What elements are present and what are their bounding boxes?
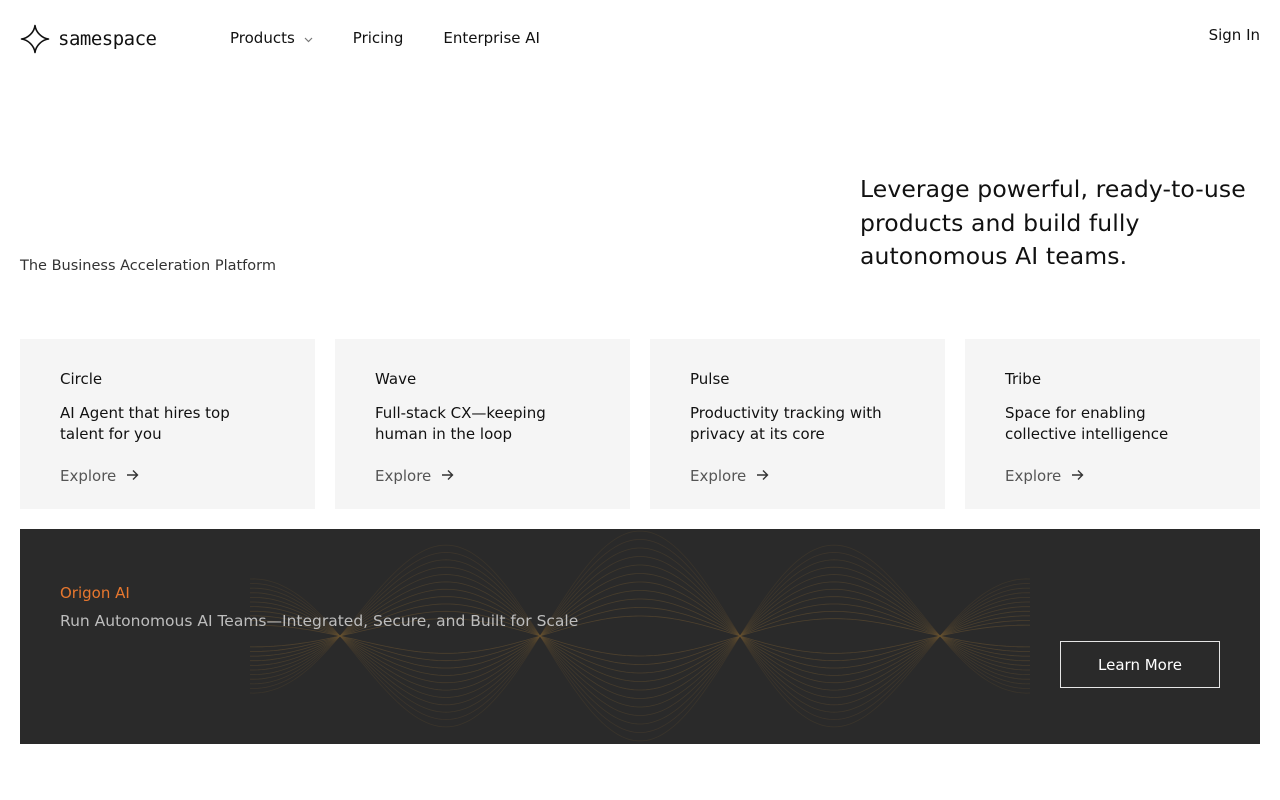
card-description: Full-stack CX—keeping human in the loop [375, 404, 546, 443]
chevron-down-icon [304, 28, 313, 48]
banner-eyebrow: Origon AI [60, 584, 130, 602]
logo-text: samespace [58, 28, 157, 50]
wave-line [249, 544, 1031, 742]
learn-more-button[interactable]: Learn More [1060, 641, 1220, 688]
card-description: Productivity tracking with privacy at it… [690, 404, 882, 443]
explore-link[interactable]: Explore [375, 466, 454, 486]
nav-enterprise-ai-label: Enterprise AI [443, 29, 540, 47]
card-title: Tribe [1005, 370, 1042, 388]
site-header: samespace Products Pricing Enterprise AI… [0, 0, 1280, 76]
wave-pattern-decoration [249, 530, 1031, 742]
product-card-tribe[interactable]: Tribe Space for enabling collective inte… [965, 339, 1260, 509]
hero-tagline: The Business Acceleration Platform [20, 258, 276, 274]
arrow-right-icon [1071, 466, 1084, 486]
wave-line [250, 566, 1030, 716]
four-point-star-icon [20, 24, 50, 54]
wave-line [250, 574, 1030, 708]
explore-label: Explore [690, 467, 747, 485]
logo[interactable]: samespace [20, 24, 157, 54]
nav-enterprise-ai[interactable]: Enterprise AI [443, 28, 540, 48]
wave-line [250, 564, 1030, 698]
card-title: Pulse [690, 370, 730, 388]
sign-in-link[interactable]: Sign In [1209, 25, 1260, 45]
nav-products-label: Products [230, 29, 295, 47]
nav-pricing[interactable]: Pricing [353, 28, 404, 48]
arrow-right-icon [126, 466, 139, 486]
product-cards: Circle AI Agent that hires top talent fo… [20, 339, 1260, 509]
banner-subtitle: Run Autonomous AI Teams—Integrated, Secu… [60, 612, 579, 630]
nav-pricing-label: Pricing [352, 29, 404, 47]
product-card-pulse[interactable]: Pulse Productivity tracking with privacy… [650, 339, 945, 509]
nav-products[interactable]: Products [230, 28, 313, 48]
card-title: Circle [60, 370, 103, 388]
card-title: Wave [375, 370, 417, 388]
origon-ai-banner: Origon AI Run Autonomous AI Teams—Integr… [20, 529, 1260, 744]
card-description: AI Agent that hires top talent for you [60, 404, 230, 443]
arrow-right-icon [756, 466, 769, 486]
explore-label: Explore [1005, 467, 1062, 485]
explore-label: Explore [375, 467, 432, 485]
product-card-circle[interactable]: Circle AI Agent that hires top talent fo… [20, 339, 315, 509]
wave-line [249, 581, 1031, 684]
product-card-wave[interactable]: Wave Full-stack CX—keeping human in the … [335, 339, 630, 509]
explore-link[interactable]: Explore [1005, 466, 1084, 486]
card-description: Space for enabling collective intelligen… [1005, 404, 1169, 443]
arrow-right-icon [441, 466, 454, 486]
explore-link[interactable]: Explore [690, 466, 769, 486]
wave-line [249, 588, 1031, 691]
hero-headline: Leverage powerful, ready-to-use products… [860, 175, 1246, 270]
main-nav: Products Pricing Enterprise AI [230, 28, 580, 48]
explore-label: Explore [60, 467, 117, 485]
explore-link[interactable]: Explore [60, 466, 139, 486]
